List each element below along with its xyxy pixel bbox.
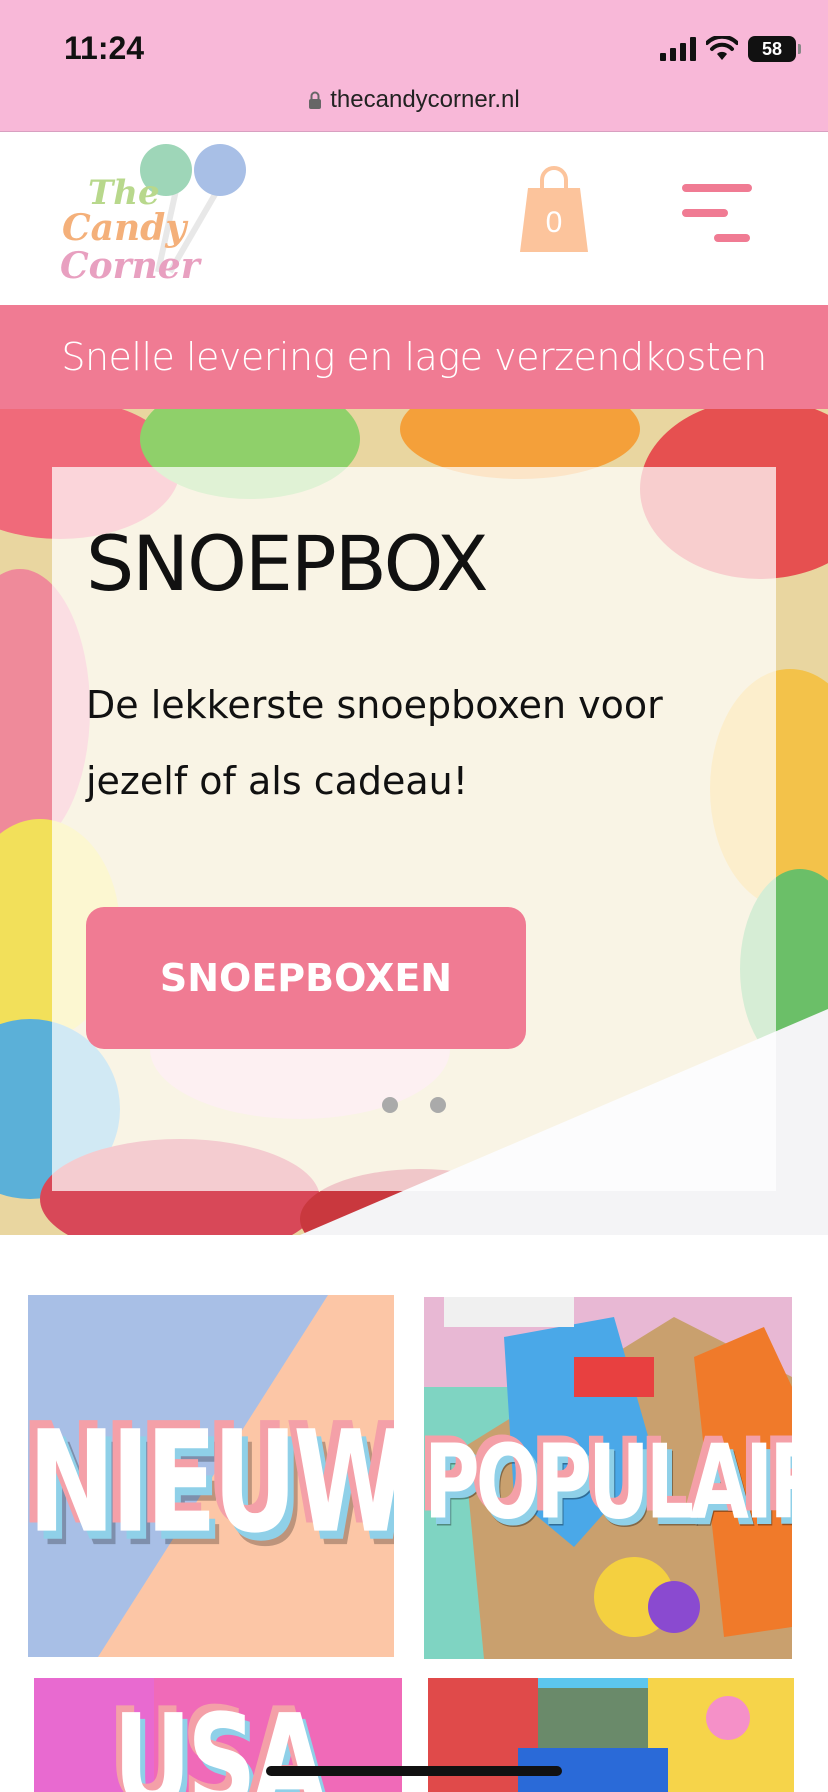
hero-card: SNOEPBOX De lekkerste snoepboxen voor je… xyxy=(52,467,776,1191)
category-label-nieuw: NIEUW xyxy=(28,1399,394,1565)
logo-text-candy: Candy xyxy=(62,207,188,249)
category-label-populair: POPULAIR xyxy=(424,1421,792,1542)
wifi-icon xyxy=(706,36,738,60)
shipping-banner: Snelle levering en lage verzendkosten xyxy=(0,305,828,409)
category-tile-nieuw[interactable]: NIEUW xyxy=(28,1295,394,1657)
carousel-dot-2[interactable] xyxy=(430,1097,446,1113)
carousel-dots xyxy=(52,1097,776,1113)
cart-count: 0 xyxy=(545,206,563,239)
hamburger-menu-icon[interactable] xyxy=(680,180,752,246)
browser-status-bar: 11:24 58 thecandycorner.nl xyxy=(0,0,828,131)
carousel-dot-1[interactable] xyxy=(382,1097,398,1113)
lollipop-logo-icon: The Candy Corner xyxy=(60,144,246,287)
category-label-usa: USA xyxy=(113,1686,326,1792)
snoepboxen-button[interactable]: SNOEPBOXEN xyxy=(86,907,526,1049)
home-indicator[interactable] xyxy=(266,1766,562,1776)
system-icons: 58 xyxy=(660,34,801,64)
cellular-signal-icon xyxy=(660,37,696,61)
battery-indicator: 58 xyxy=(748,36,801,62)
url-text: thecandycorner.nl xyxy=(330,86,520,113)
status-time: 11:24 xyxy=(64,30,145,66)
site-header: The Candy Corner 0 xyxy=(0,131,828,305)
site-logo[interactable]: The Candy Corner xyxy=(60,144,260,294)
banner-text: Snelle levering en lage verzendkosten xyxy=(61,335,767,379)
hero-carousel[interactable]: SNOEPBOX De lekkerste snoepboxen voor je… xyxy=(0,409,828,1235)
hero-description: De lekkerste snoepboxen voor jezelf of a… xyxy=(86,683,663,803)
address-bar[interactable]: thecandycorner.nl xyxy=(0,86,828,114)
hero-title: SNOEPBOX xyxy=(86,519,489,608)
category-tile-populair[interactable]: POPULAIR xyxy=(424,1297,792,1659)
lock-icon xyxy=(309,91,322,109)
cart-button[interactable]: 0 xyxy=(518,164,590,254)
logo-text-corner: Corner xyxy=(60,245,203,287)
